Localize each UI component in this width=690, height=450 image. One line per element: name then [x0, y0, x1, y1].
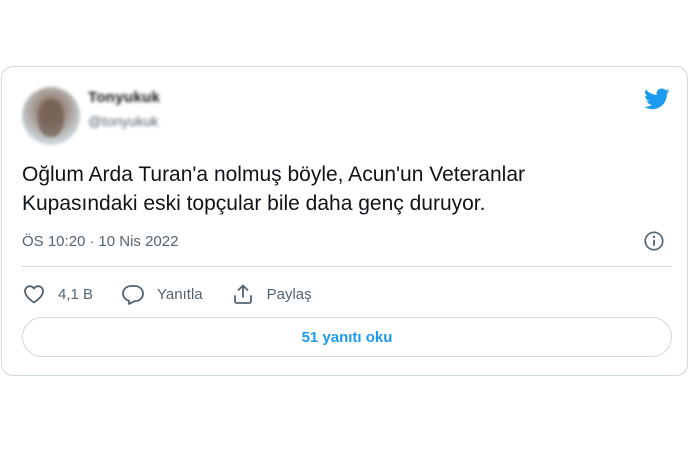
action-bar: 4,1 B Yanıtla Paylaş [22, 281, 340, 307]
divider [22, 266, 672, 267]
reply-bubble-icon [122, 285, 144, 305]
info-icon[interactable] [643, 230, 665, 252]
share-icon [233, 284, 252, 304]
author-handle[interactable]: @tonyukuk [88, 113, 158, 129]
read-replies-button[interactable]: 51 yanıtı oku [22, 317, 672, 357]
tweet-time[interactable]: ÖS 10:20 [22, 233, 85, 250]
avatar[interactable] [22, 87, 80, 145]
author-name[interactable]: Tonyukuk [88, 89, 160, 106]
reply-label: Yanıtla [157, 285, 203, 303]
share-button[interactable]: Paylaş [231, 282, 312, 306]
twitter-bird-icon[interactable] [642, 86, 672, 112]
like-button[interactable]: 4,1 B [22, 282, 93, 306]
like-count: 4,1 B [58, 285, 94, 303]
tweet-text: Oğlum Arda Turan'a nolmuş böyle, Acun'un… [22, 163, 525, 215]
share-label: Paylaş [266, 285, 312, 303]
tweet-timestamp[interactable]: ÖS 10:20 · 10 Nis 2022 [22, 233, 178, 250]
tweet-embed-card: Tonyukuk @tonyukuk Oğlum Arda Turan'a no… [1, 66, 688, 376]
reply-button[interactable]: Yanıtla [121, 282, 203, 306]
tweet-date[interactable]: 10 Nis 2022 [98, 233, 178, 250]
heart-icon [24, 285, 44, 304]
meta-separator: · [89, 233, 95, 250]
